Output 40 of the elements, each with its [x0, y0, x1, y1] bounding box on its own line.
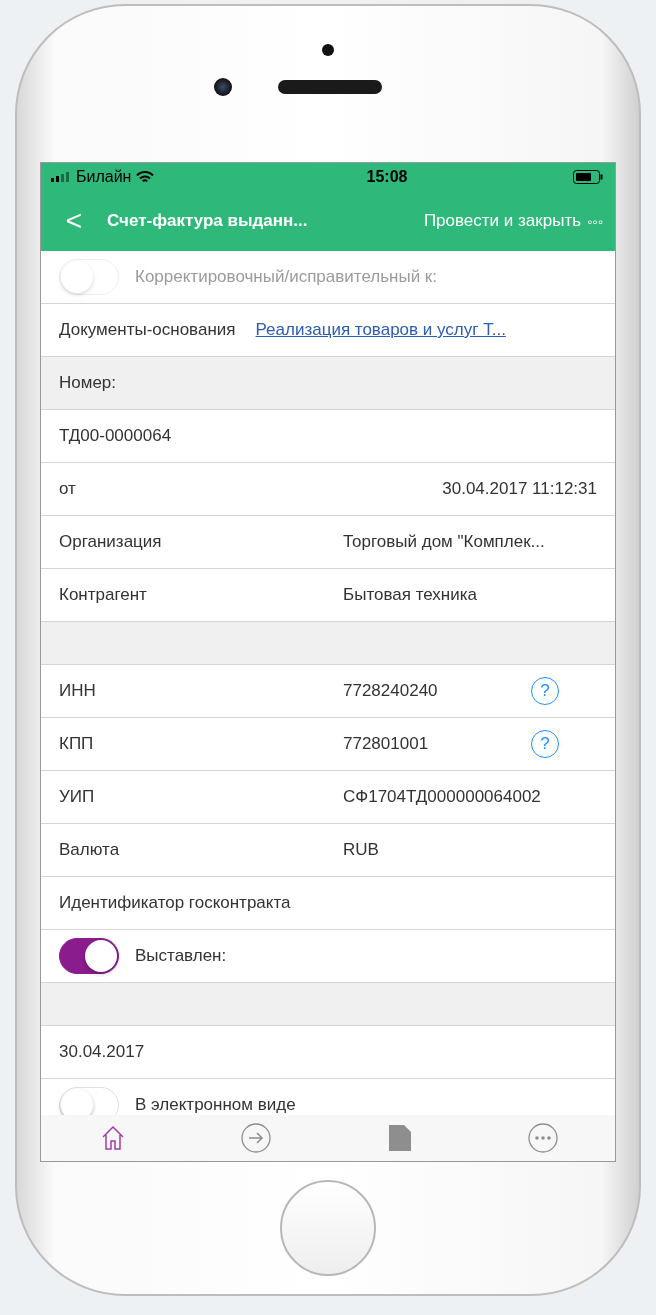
more-button[interactable]: ◦◦◦: [587, 212, 603, 230]
field-value: ТД00-0000064: [59, 426, 172, 446]
field-label: Валюта: [59, 840, 121, 860]
wifi-icon: [136, 170, 155, 184]
post-and-close-button[interactable]: Провести и закрыть: [423, 211, 582, 231]
toggle-label: Корректировочный/исправительный к:: [135, 267, 438, 287]
camera-dot: [322, 44, 334, 56]
battery-icon: [573, 170, 603, 184]
section-header: Номер:: [59, 373, 117, 393]
field-value: 30.04.2017: [59, 1042, 145, 1062]
field-value: Бытовая техника: [343, 585, 478, 605]
field-label: от: [59, 479, 77, 499]
field-value: Торговый дом "Комплек...: [343, 532, 546, 552]
field-label: Организация: [59, 532, 163, 552]
field-label: Документы-основания: [59, 320, 236, 340]
signal-icon: [51, 172, 71, 182]
field-label: КПП: [59, 734, 95, 754]
toggle-switch[interactable]: [59, 938, 119, 974]
field-value: 772801001: [343, 734, 430, 754]
toggle-label: Выставлен:: [135, 946, 227, 966]
help-button[interactable]: ?: [531, 677, 559, 705]
help-button[interactable]: ?: [531, 730, 559, 758]
field-value: 30.04.2017 11:12:31: [441, 479, 597, 499]
carrier-name: Билайн: [76, 168, 132, 186]
field-value: 7728240240: [343, 681, 439, 701]
field-label: УИП: [59, 787, 96, 807]
front-camera-icon: [214, 78, 232, 96]
toggle-label: В электронном виде: [135, 1095, 296, 1115]
field-label: Контрагент: [59, 585, 148, 605]
field-value: RUB: [343, 840, 380, 860]
field-label: ИНН: [59, 681, 97, 701]
link[interactable]: Реализация товаров и услуг Т...: [255, 320, 506, 340]
document-icon: [388, 1125, 411, 1151]
arrow-circle-icon: [241, 1123, 272, 1153]
screen-title: Счет-фактура выданн...: [107, 211, 309, 231]
field-value: СФ1704ТД000000064002: [343, 787, 542, 807]
back-button[interactable]: <: [41, 205, 107, 237]
more-icon: [528, 1123, 559, 1153]
clock-time: 15:08: [366, 168, 408, 186]
field-value: Идентификатор госконтракта: [59, 893, 291, 913]
